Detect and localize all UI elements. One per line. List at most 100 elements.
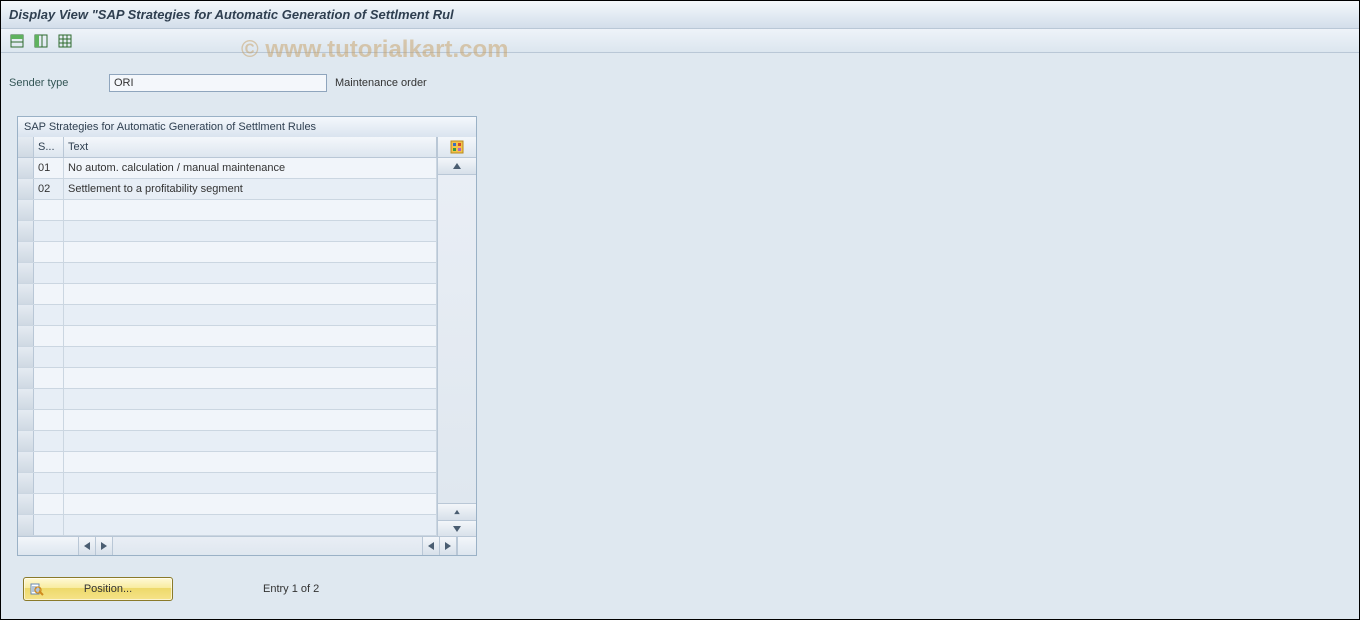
cell-s bbox=[34, 494, 64, 514]
cell-text bbox=[64, 494, 437, 514]
grid-hscroll bbox=[18, 536, 476, 555]
grid-area: S... Text 01No autom. calculation / manu… bbox=[18, 137, 476, 537]
row-selector[interactable] bbox=[18, 305, 34, 325]
position-button[interactable]: Position... bbox=[23, 577, 173, 601]
cell-s bbox=[34, 200, 64, 220]
cell-s bbox=[34, 473, 64, 493]
cell-text bbox=[64, 368, 437, 388]
app-window: Display View "SAP Strategies for Automat… bbox=[0, 0, 1360, 620]
strategies-table-panel: SAP Strategies for Automatic Generation … bbox=[17, 116, 477, 556]
header-col-s[interactable]: S... bbox=[34, 137, 64, 157]
row-selector[interactable] bbox=[18, 389, 34, 409]
table-grid-icon[interactable] bbox=[55, 31, 75, 51]
table-configure-icon[interactable] bbox=[438, 137, 476, 158]
table-row bbox=[18, 431, 437, 452]
hscroll-corner bbox=[457, 537, 476, 555]
table-row bbox=[18, 494, 437, 515]
row-selector[interactable] bbox=[18, 431, 34, 451]
header-select-all[interactable] bbox=[18, 137, 34, 157]
cell-s bbox=[34, 221, 64, 241]
cell-s bbox=[34, 410, 64, 430]
row-selector[interactable] bbox=[18, 326, 34, 346]
cell-text bbox=[64, 389, 437, 409]
row-selector[interactable] bbox=[18, 347, 34, 367]
scroll-right-button[interactable] bbox=[440, 537, 457, 555]
table-row bbox=[18, 326, 437, 347]
scroll-down-small-button[interactable] bbox=[438, 503, 476, 520]
row-selector[interactable] bbox=[18, 473, 34, 493]
window-title: Display View "SAP Strategies for Automat… bbox=[9, 7, 454, 22]
grid-header: S... Text bbox=[18, 137, 437, 158]
sender-type-desc: Maintenance order bbox=[335, 77, 427, 89]
cell-s bbox=[34, 515, 64, 535]
table-row bbox=[18, 389, 437, 410]
scroll-right-small-button[interactable] bbox=[96, 537, 113, 555]
cell-text bbox=[64, 221, 437, 241]
scroll-left2-button[interactable] bbox=[423, 537, 440, 555]
cell-text bbox=[64, 263, 437, 283]
cell-text bbox=[64, 347, 437, 367]
row-selector[interactable] bbox=[18, 452, 34, 472]
cell-s: 02 bbox=[34, 179, 64, 199]
title-bar: Display View "SAP Strategies for Automat… bbox=[1, 1, 1359, 29]
scroll-up-button[interactable] bbox=[438, 158, 476, 175]
row-selector[interactable] bbox=[18, 221, 34, 241]
table-row[interactable]: 02Settlement to a profitability segment bbox=[18, 179, 437, 200]
table-row bbox=[18, 200, 437, 221]
cell-s bbox=[34, 284, 64, 304]
grid-left: S... Text 01No autom. calculation / manu… bbox=[18, 137, 437, 537]
cell-s: 01 bbox=[34, 158, 64, 178]
table-row bbox=[18, 410, 437, 431]
row-selector[interactable] bbox=[18, 158, 34, 178]
cell-s bbox=[34, 305, 64, 325]
grid-right bbox=[437, 137, 476, 537]
cell-s bbox=[34, 326, 64, 346]
hscroll-spacer bbox=[18, 537, 79, 555]
header-col-text[interactable]: Text bbox=[64, 137, 437, 157]
cell-text bbox=[64, 410, 437, 430]
grid-body: 01No autom. calculation / manual mainten… bbox=[18, 158, 437, 536]
cell-s bbox=[34, 431, 64, 451]
cell-text bbox=[64, 305, 437, 325]
scroll-left-button[interactable] bbox=[79, 537, 96, 555]
table-row-icon[interactable] bbox=[7, 31, 27, 51]
sender-type-row: Sender type Maintenance order bbox=[9, 73, 1359, 93]
scroll-horizontal-track[interactable] bbox=[113, 537, 422, 555]
row-selector[interactable] bbox=[18, 179, 34, 199]
position-button-label: Position... bbox=[50, 583, 166, 595]
entry-count-label: Entry 1 of 2 bbox=[263, 583, 319, 595]
cell-text bbox=[64, 515, 437, 535]
row-selector[interactable] bbox=[18, 494, 34, 514]
sender-type-label: Sender type bbox=[9, 77, 109, 89]
row-selector[interactable] bbox=[18, 200, 34, 220]
cell-s bbox=[34, 368, 64, 388]
cell-text bbox=[64, 284, 437, 304]
sender-type-input[interactable] bbox=[109, 74, 327, 92]
table-col-icon[interactable] bbox=[31, 31, 51, 51]
table-row bbox=[18, 347, 437, 368]
table-row bbox=[18, 221, 437, 242]
app-toolbar bbox=[1, 29, 1359, 53]
footer: Position... Entry 1 of 2 bbox=[23, 577, 319, 601]
row-selector[interactable] bbox=[18, 263, 34, 283]
row-selector[interactable] bbox=[18, 410, 34, 430]
row-selector[interactable] bbox=[18, 284, 34, 304]
row-selector[interactable] bbox=[18, 515, 34, 535]
cell-text bbox=[64, 473, 437, 493]
table-row bbox=[18, 305, 437, 326]
cell-text: Settlement to a profitability segment bbox=[64, 179, 437, 199]
cell-s bbox=[34, 263, 64, 283]
cell-text bbox=[64, 200, 437, 220]
cell-s bbox=[34, 347, 64, 367]
table-row bbox=[18, 515, 437, 536]
table-row[interactable]: 01No autom. calculation / manual mainten… bbox=[18, 158, 437, 179]
table-row bbox=[18, 284, 437, 305]
row-selector[interactable] bbox=[18, 368, 34, 388]
row-selector[interactable] bbox=[18, 242, 34, 262]
scroll-vertical-track[interactable] bbox=[438, 175, 476, 503]
scroll-down-button[interactable] bbox=[438, 520, 476, 537]
table-row bbox=[18, 368, 437, 389]
cell-text bbox=[64, 242, 437, 262]
table-row bbox=[18, 263, 437, 284]
cell-s bbox=[34, 452, 64, 472]
